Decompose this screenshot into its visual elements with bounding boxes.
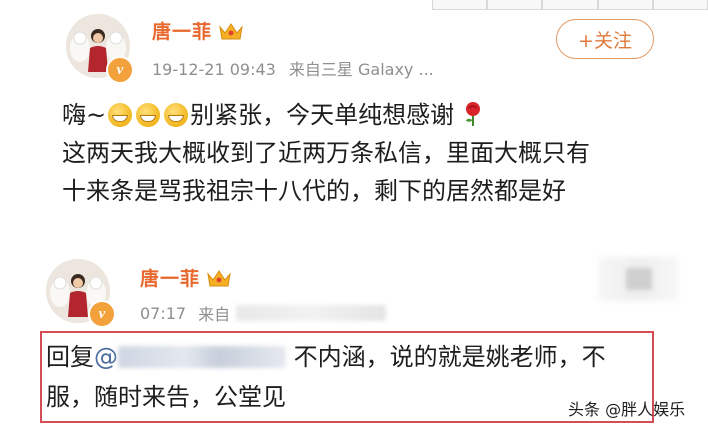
reply-author-name[interactable]: 唐一菲: [140, 264, 232, 291]
post-timestamp[interactable]: 19-12-21 09:43: [152, 60, 276, 79]
reply-prefix: 回复: [46, 343, 94, 371]
post-source[interactable]: 来自三星 Galaxy ...: [289, 60, 434, 79]
grin-emoji-icon: [164, 103, 189, 127]
reply-line-2: 服，随时来告，公堂见: [46, 383, 286, 411]
post-body: 嗨~ 别紧张，今天单纯想感谢 这两天我大概收到了近两万条私信，里面大概只有 十来条…: [62, 96, 590, 210]
post-line-1: 嗨~ 别紧张，今天单纯想感谢: [62, 96, 590, 134]
post-line-2: 这两天我大概收到了近两万条私信，里面大概只有: [62, 139, 590, 167]
reply-text-1: 不内涵，说的就是姚老师，不: [293, 343, 606, 371]
reply-body: 回复@ 不内涵，说的就是姚老师，不 服，随时来告，公堂见: [46, 337, 646, 417]
post-meta: 19-12-21 09:43 来自三星 Galaxy ...: [152, 56, 434, 80]
grin-emoji-icon: [136, 103, 161, 127]
reply-author-name-text[interactable]: 唐一菲: [140, 264, 200, 291]
follow-button[interactable]: +关注: [556, 19, 654, 59]
rose-icon: [465, 102, 480, 126]
blurred-thumbnail-mark: [626, 268, 652, 290]
follow-button-label: +关注: [578, 29, 632, 52]
watermark: 头条 @胖人娱乐: [568, 400, 686, 419]
crown-icon: [219, 22, 243, 39]
grin-emoji-icon: [108, 103, 133, 127]
mention-at[interactable]: @: [94, 343, 118, 371]
strip-cell: [542, 0, 598, 10]
reply-time[interactable]: 07:17: [140, 304, 186, 323]
verified-badge-icon: v: [106, 56, 134, 84]
thanks-text: 别紧张，今天单纯想感谢: [190, 101, 455, 129]
post-line-3: 十来条是骂我祖宗十八代的，剩下的居然都是好: [62, 177, 566, 205]
strip-cell: [652, 0, 708, 10]
reply-source-label: 来自: [198, 305, 231, 324]
blurred-source: [236, 305, 387, 321]
author-name-text[interactable]: 唐一菲: [152, 17, 212, 44]
crown-icon: [207, 269, 231, 286]
reply-line-1: 回复@ 不内涵，说的就是姚老师，不: [46, 337, 646, 377]
reply-meta: 07:17 来自: [140, 301, 387, 325]
strip-cell: [597, 0, 653, 10]
verified-badge-icon: v: [88, 300, 116, 328]
top-strip: [432, 0, 708, 10]
greeting-text: 嗨~: [62, 101, 107, 129]
author-name[interactable]: 唐一菲: [152, 17, 244, 44]
strip-cell: [432, 0, 488, 10]
strip-cell: [487, 0, 543, 10]
blurred-mention: [118, 346, 286, 368]
